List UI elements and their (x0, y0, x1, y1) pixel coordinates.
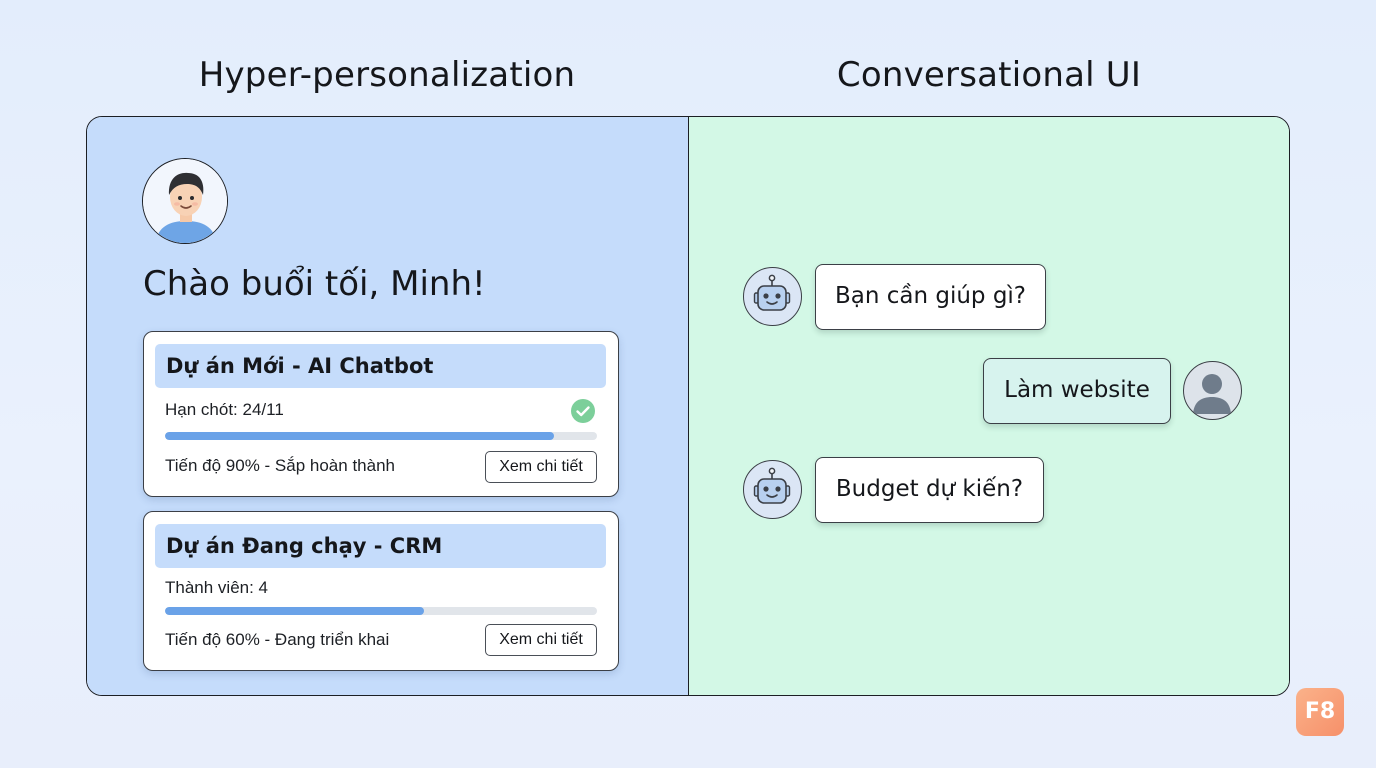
heading-conversational-ui: Conversational UI (836, 55, 1142, 95)
chat-bubble-user: Làm website (983, 358, 1171, 424)
card-title: Dự án Đang chạy - CRM (155, 524, 606, 568)
view-details-button[interactable]: Xem chi tiết (485, 451, 597, 483)
project-card-crm: Dự án Đang chạy - CRM Thành viên: 4 Tiến… (143, 511, 619, 671)
person-icon (1183, 361, 1242, 420)
chat-bubble-bot: Budget dự kiến? (815, 457, 1044, 523)
project-card-ai-chatbot: Dự án Mới - AI Chatbot Hạn chót: 24/11 T… (143, 331, 619, 497)
chat-bubble-bot: Bạn cần giúp gì? (815, 264, 1046, 330)
card-status: Tiến độ 60% - Đang triển khai (165, 630, 390, 649)
progress-bar (165, 607, 597, 615)
card-members: Thành viên: 4 (165, 578, 269, 597)
card-status: Tiến độ 90% - Sắp hoàn thành (165, 456, 395, 475)
comparison-frame: Chào buổi tối, Minh! Dự án Mới - AI Chat… (86, 116, 1290, 696)
progress-bar (165, 432, 597, 440)
card-deadline: Hạn chót: 24/11 (165, 400, 284, 419)
view-details-button[interactable]: Xem chi tiết (485, 624, 597, 656)
progress-fill (165, 432, 554, 440)
heading-hyper-personalization: Hyper-personalization (198, 55, 576, 95)
personalization-panel: Chào buổi tối, Minh! Dự án Mới - AI Chat… (87, 117, 689, 695)
chat-panel: Bạn cần giúp gì? Làm website Budget dự k… (689, 117, 1289, 695)
progress-fill (165, 607, 425, 615)
robot-icon (743, 460, 802, 519)
card-title: Dự án Mới - AI Chatbot (155, 344, 606, 388)
user-avatar-icon (142, 158, 228, 244)
robot-icon (743, 267, 802, 326)
f8-logo: F8 (1296, 688, 1344, 736)
greeting-text: Chào buổi tối, Minh! (143, 264, 486, 304)
check-circle-icon (570, 398, 596, 424)
